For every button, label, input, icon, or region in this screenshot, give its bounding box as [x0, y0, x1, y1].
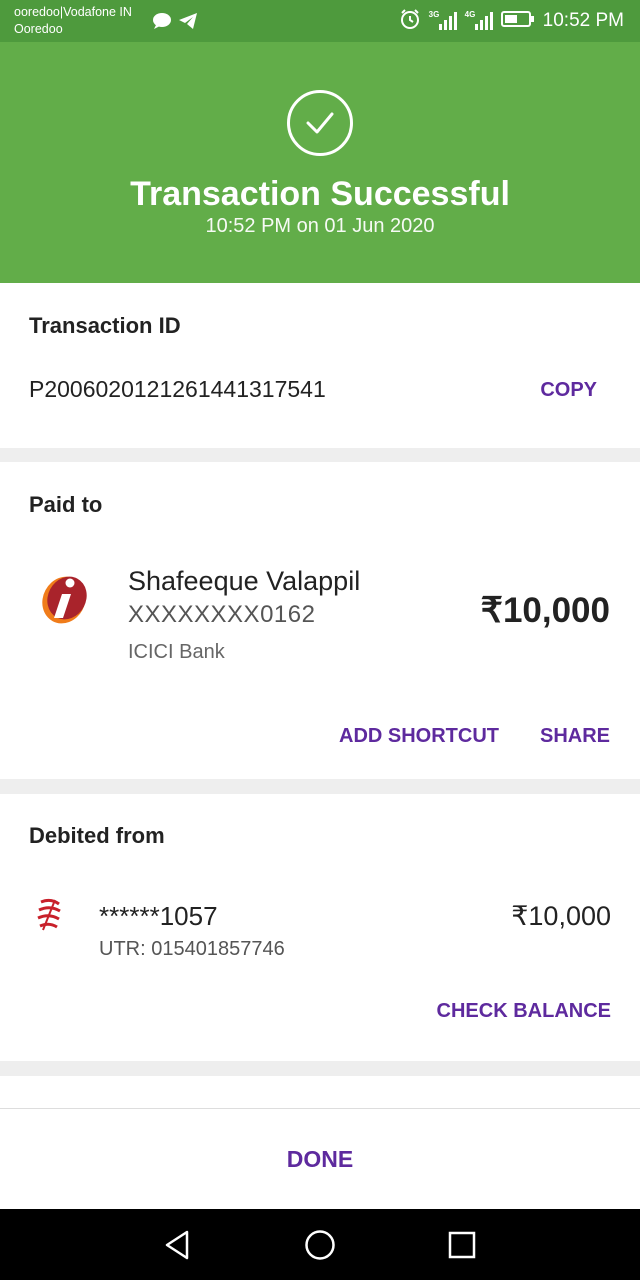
utr-number: UTR: 015401857746: [99, 938, 285, 960]
transaction-id-value: P2006020121261441317541: [29, 376, 326, 402]
status-bar: ooredoo|Vodafone IN Ooredoo 3G 4G 10:52 …: [0, 0, 640, 42]
signal-icon: 3G: [429, 10, 457, 32]
transaction-datetime: 10:52 PM on 01 Jun 2020: [205, 215, 435, 237]
divider: [0, 1061, 640, 1076]
carrier-info: ooredoo|Vodafone IN Ooredoo: [14, 4, 132, 38]
telegram-icon: [178, 12, 198, 35]
debit-amount: ₹10,000: [511, 901, 611, 931]
recents-icon[interactable]: [446, 1229, 478, 1266]
alarm-icon: [399, 8, 421, 35]
paid-to-label: Paid to: [29, 492, 103, 517]
debit-account: ******1057: [99, 901, 218, 931]
navigation-bar: [0, 1209, 640, 1280]
done-button[interactable]: DONE: [0, 1146, 640, 1173]
page-title: Transaction Successful: [130, 175, 510, 213]
back-icon[interactable]: [162, 1229, 194, 1266]
home-icon[interactable]: [304, 1229, 336, 1266]
add-shortcut-button[interactable]: ADD SHORTCUT: [339, 725, 499, 748]
payee-bank: ICICI Bank: [128, 641, 225, 663]
payee-name: Shafeeque Valappil: [128, 566, 361, 596]
icici-bank-logo-icon: [36, 568, 92, 633]
payee-account: XXXXXXXX0162: [128, 601, 316, 628]
status-time: 10:52 PM: [542, 10, 624, 31]
paid-amount: ₹10,000: [480, 591, 610, 630]
battery-icon: [500, 10, 535, 33]
divider: [0, 448, 640, 462]
divider: [0, 779, 640, 794]
carrier-line-1: ooredoo|Vodafone IN: [14, 5, 132, 19]
chat-icon: [152, 12, 172, 35]
check-balance-button[interactable]: CHECK BALANCE: [437, 1000, 611, 1023]
signal-icon: 4G: [465, 10, 493, 32]
share-button[interactable]: SHARE: [540, 725, 610, 748]
debited-from-label: Debited from: [29, 823, 165, 848]
transaction-id-label: Transaction ID: [29, 313, 181, 338]
bank-logo-icon: [35, 897, 63, 938]
success-check: [287, 90, 353, 156]
copy-button[interactable]: COPY: [540, 379, 597, 402]
footer-divider: [0, 1108, 640, 1109]
success-header: Transaction Successful 10:52 PM on 01 Ju…: [0, 42, 640, 283]
carrier-line-2: Ooredoo: [14, 22, 63, 36]
